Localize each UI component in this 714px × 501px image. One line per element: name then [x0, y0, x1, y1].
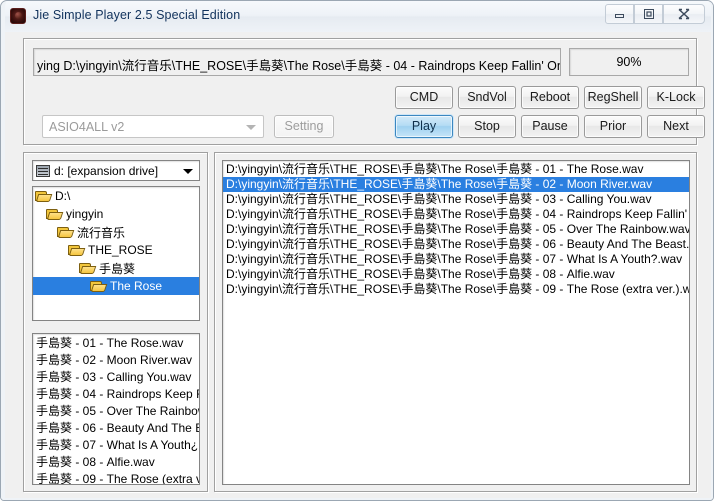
- reboot-button[interactable]: Reboot: [521, 86, 579, 109]
- audio-device-value: ASIO4ALL v2: [49, 120, 125, 134]
- regshell-button[interactable]: RegShell: [584, 86, 642, 109]
- tree-node-label: 流行音乐: [77, 225, 126, 240]
- list-item[interactable]: 手島葵 - 05 - Over The Rainbow.w: [33, 403, 199, 420]
- tree-node-label: THE_ROSE: [88, 243, 153, 257]
- prior-button[interactable]: Prior: [584, 115, 642, 138]
- pause-button[interactable]: Pause: [521, 115, 579, 138]
- drive-select[interactable]: d: [expansion drive]: [32, 160, 200, 181]
- status-text: ying D:\yingyin\流行音乐\THE_ROSE\手島葵\The Ro…: [37, 59, 560, 73]
- folder-open-icon: [46, 208, 63, 221]
- playlist-row[interactable]: D:\yingyin\流行音乐\THE_ROSE\手島葵\The Rose\手島…: [223, 222, 689, 237]
- status-field[interactable]: ying D:\yingyin\流行音乐\THE_ROSE\手島葵\The Ro…: [33, 48, 561, 76]
- playlist[interactable]: D:\yingyin\流行音乐\THE_ROSE\手島葵\The Rose\手島…: [222, 160, 690, 485]
- close-button[interactable]: [663, 4, 705, 24]
- transport-panel: ying D:\yingyin\流行音乐\THE_ROSE\手島葵\The Ro…: [23, 38, 705, 145]
- drive-select-value: d: [expansion drive]: [54, 164, 159, 178]
- list-item[interactable]: 手島葵 - 01 - The Rose.wav: [33, 335, 199, 352]
- playlist-row[interactable]: D:\yingyin\流行音乐\THE_ROSE\手島葵\The Rose\手島…: [223, 192, 689, 207]
- close-icon: [678, 8, 690, 20]
- minimize-button[interactable]: [605, 4, 634, 24]
- maximize-icon: [643, 9, 654, 19]
- tree-node[interactable]: The Rose: [33, 277, 199, 295]
- playlist-row[interactable]: D:\yingyin\流行音乐\THE_ROSE\手島葵\The Rose\手島…: [223, 267, 689, 282]
- window-title: Jie Simple Player 2.5 Special Edition: [33, 8, 241, 22]
- chevron-down-icon: [246, 125, 256, 130]
- playlist-row[interactable]: D:\yingyin\流行音乐\THE_ROSE\手島葵\The Rose\手島…: [223, 162, 689, 177]
- client-area: ying D:\yingyin\流行音乐\THE_ROSE\手島葵\The Ro…: [5, 32, 711, 498]
- tree-node[interactable]: D:\: [33, 187, 199, 205]
- list-item[interactable]: 手島葵 - 06 - Beauty And The Beas: [33, 420, 199, 437]
- minimize-icon: [615, 13, 624, 18]
- playlist-row[interactable]: D:\yingyin\流行音乐\THE_ROSE\手島葵\The Rose\手島…: [223, 177, 689, 192]
- playlist-row[interactable]: D:\yingyin\流行音乐\THE_ROSE\手島葵\The Rose\手島…: [223, 282, 689, 297]
- tree-node[interactable]: THE_ROSE: [33, 241, 199, 259]
- list-item[interactable]: 手島葵 - 03 - Calling You.wav: [33, 369, 199, 386]
- playlist-panel: D:\yingyin\流行音乐\THE_ROSE\手島葵\The Rose\手島…: [214, 152, 697, 492]
- folder-open-icon: [68, 244, 85, 257]
- folder-tree[interactable]: D:\ yingyin 流行音乐 THE_ROSE 手島葵 The Rose: [32, 186, 200, 321]
- cmd-button[interactable]: CMD: [395, 86, 453, 109]
- tree-node-label: The Rose: [110, 279, 163, 293]
- tree-node-label: D:\: [55, 189, 71, 203]
- setting-button[interactable]: Setting: [274, 115, 334, 138]
- maximize-button[interactable]: [634, 4, 663, 24]
- klock-button[interactable]: K-Lock: [647, 86, 705, 109]
- playlist-row[interactable]: D:\yingyin\流行音乐\THE_ROSE\手島葵\The Rose\手島…: [223, 207, 689, 222]
- folder-open-icon: [35, 190, 52, 203]
- folder-open-icon: [90, 280, 107, 293]
- app-icon: [10, 8, 26, 24]
- sndvol-button[interactable]: SndVol: [458, 86, 516, 109]
- volume-value: 90%: [616, 55, 642, 69]
- folder-open-icon: [57, 226, 74, 239]
- next-button[interactable]: Next: [647, 115, 705, 138]
- drive-icon: [36, 165, 50, 177]
- list-item[interactable]: 手島葵 - 04 - Raindrops Keep Fallin: [33, 386, 199, 403]
- list-item[interactable]: 手島葵 - 07 - What Is A Youth¿.wa: [33, 437, 199, 454]
- volume-field[interactable]: 90%: [569, 48, 689, 76]
- stop-button[interactable]: Stop: [458, 115, 516, 138]
- tree-node-label: yingyin: [66, 207, 104, 221]
- folder-open-icon: [79, 262, 96, 275]
- audio-device-combo[interactable]: ASIO4ALL v2: [42, 115, 264, 138]
- tree-node[interactable]: 手島葵: [33, 259, 199, 277]
- list-item[interactable]: 手島葵 - 09 - The Rose (extra ver.: [33, 471, 199, 484]
- browser-panel: d: [expansion drive] D:\ yingyin 流行音乐 THE_R…: [23, 152, 208, 492]
- title-bar[interactable]: Jie Simple Player 2.5 Special Edition: [1, 1, 713, 33]
- tree-node[interactable]: 流行音乐: [33, 223, 199, 241]
- playlist-row[interactable]: D:\yingyin\流行音乐\THE_ROSE\手島葵\The Rose\手島…: [223, 237, 689, 252]
- tree-node[interactable]: yingyin: [33, 205, 199, 223]
- list-item[interactable]: 手島葵 - 02 - Moon River.wav: [33, 352, 199, 369]
- tree-node-label: 手島葵: [99, 261, 136, 276]
- chevron-down-icon: [183, 169, 193, 174]
- application-window: Jie Simple Player 2.5 Special Edition yi…: [0, 0, 714, 501]
- playlist-row[interactable]: D:\yingyin\流行音乐\THE_ROSE\手島葵\The Rose\手島…: [223, 252, 689, 267]
- play-button[interactable]: Play: [395, 115, 453, 138]
- list-item[interactable]: 手島葵 - 08 - Alfie.wav: [33, 454, 199, 471]
- folder-file-list[interactable]: 手島葵 - 01 - The Rose.wav 手島葵 - 02 - Moon R…: [32, 333, 200, 485]
